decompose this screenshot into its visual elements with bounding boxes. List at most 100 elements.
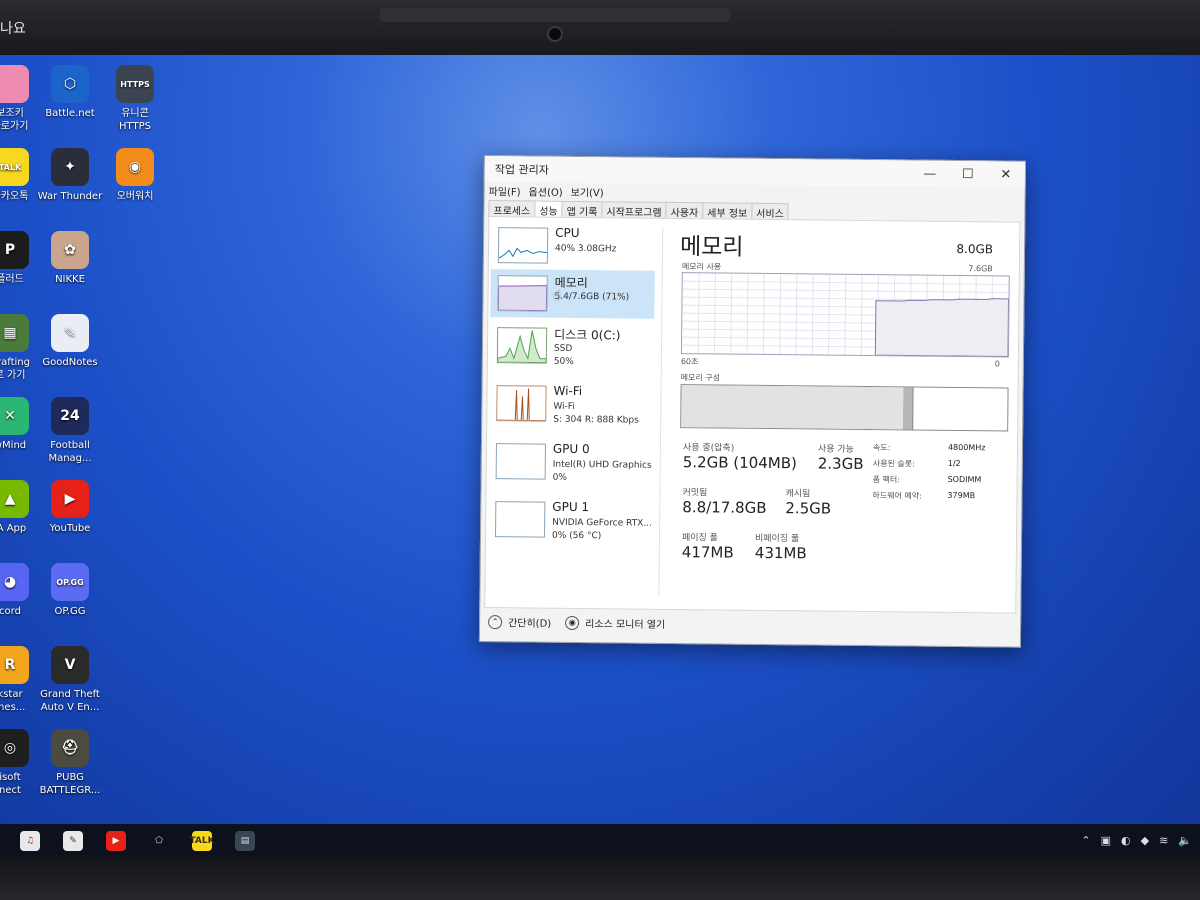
nonpaged-pool-value: 431MB	[754, 543, 807, 563]
sidebar-item-gpu0[interactable]: GPU 0 Intel(R) UHD Graphics 0%	[489, 437, 653, 487]
app-icon: ▲	[0, 480, 29, 518]
sidebar-item-disk[interactable]: 디스크 0(C:) SSD 50%	[490, 321, 654, 371]
tab-users[interactable]: 사용자	[665, 201, 704, 220]
window-title: 작업 관리자	[494, 163, 550, 177]
tray-icon[interactable]: 🔈	[1178, 834, 1192, 847]
desktop-icon[interactable]: ✎ GoodNotes	[30, 314, 110, 369]
maximize-icon[interactable]: ☐	[949, 166, 987, 182]
composition-modified	[902, 387, 915, 430]
menu-view[interactable]: 보기(V)	[571, 183, 604, 198]
menu-file[interactable]: 파일(F)	[489, 183, 521, 198]
tab-startup[interactable]: 시작프로그램	[601, 201, 667, 219]
sidebar-gpu1-name: GPU 1	[552, 499, 590, 515]
in-use-value: 5.2GB (104MB)	[682, 453, 797, 473]
cached-value: 2.5GB	[785, 499, 832, 518]
tab-processes[interactable]: 프로세스	[488, 200, 536, 218]
hw-reserved-value: 379MB	[947, 490, 976, 501]
resource-monitor-icon[interactable]: ◉	[565, 615, 580, 630]
screen-bezel-bottom	[0, 855, 1200, 900]
graph-x-left-label: 60초	[680, 357, 699, 367]
sidebar-disk-usage: 50%	[553, 356, 574, 367]
app-icon: OP.GG	[51, 563, 89, 601]
grid-line	[746, 273, 749, 354]
desktop-icon-label: OP.GG	[54, 606, 86, 617]
sidebar-memory-usage: 5.4/7.6GB (71%)	[554, 291, 630, 303]
desktop-icon[interactable]: ▶ YouTube	[30, 480, 110, 535]
desktop-icon-label: 유니콘 HTTPS	[119, 108, 151, 132]
desktop-icon[interactable]: ✿ NIKKE	[30, 231, 110, 286]
desktop-icon[interactable]: ⛑ PUBG BATTLEGR...	[30, 729, 110, 797]
notes-taskbar-icon[interactable]: ✎	[63, 831, 83, 851]
form-factor-value: SODIMM	[947, 474, 982, 485]
memory-usage-area	[874, 298, 1010, 358]
app-icon: ▶	[51, 480, 89, 518]
tray-icon[interactable]: ≋	[1159, 834, 1168, 847]
desktop-icon-label: Football Manag...	[48, 440, 92, 464]
available-value: 2.3GB	[817, 454, 864, 473]
memory-usage-label: 메모리 사용	[681, 262, 722, 272]
kakaotalk-taskbar-icon[interactable]: TALK	[189, 831, 215, 851]
tab-app-history[interactable]: 앱 기록	[561, 200, 603, 219]
desktop-icon[interactable]: V Grand Theft Auto V En...	[30, 646, 110, 714]
grid-line	[844, 274, 847, 355]
app-icon: ◕	[0, 563, 29, 601]
memory-composition-bar	[680, 384, 1009, 432]
music-taskbar-icon[interactable]: ♫	[20, 831, 40, 851]
desktop-icon[interactable]: HTTPS 유니콘 HTTPS	[95, 65, 175, 133]
desktop-icon[interactable]: OP.GG OP.GG	[30, 563, 110, 618]
youtube-taskbar-icon[interactable]: ▶	[106, 831, 126, 851]
tab-details[interactable]: 세부 정보	[702, 202, 753, 220]
sidebar-item-gpu1[interactable]: GPU 1 NVIDIA GeForce RTX... 0% (56 °C)	[488, 495, 652, 545]
form-factor-label: 폼 팩터:	[872, 475, 900, 485]
app-icon: ✎	[51, 314, 89, 352]
performance-panel: CPU 40% 3.08GHz 메모리 5.4/7.6GB (71%) ☝ 디스…	[484, 216, 1021, 614]
app-icon: ▦	[0, 314, 29, 352]
desktop-icon[interactable]: ◉ 오버워치	[95, 148, 175, 203]
tab-services[interactable]: 서비스	[751, 202, 789, 221]
tray-icon[interactable]: ◆	[1141, 834, 1149, 847]
sidebar-disk-type: SSD	[553, 343, 573, 354]
grid-line	[697, 273, 700, 354]
resource-monitor-link[interactable]: 리소스 모니터 열기	[585, 615, 665, 631]
app-icon: R	[0, 646, 29, 684]
grid-line	[795, 274, 798, 355]
collapse-button[interactable]: 간단히(D)	[508, 614, 551, 629]
desktop-icon[interactable]: 24 Football Manag...	[30, 397, 110, 465]
slots-value: 1/2	[947, 458, 961, 469]
chevron-up-icon[interactable]: ⌃	[488, 614, 503, 629]
tray-icon[interactable]: ▣	[1101, 834, 1111, 847]
disk-thumbnail-graph	[496, 327, 548, 364]
minimize-icon[interactable]: —	[911, 166, 949, 181]
task-manager-window: 작업 관리자 — ☐ ✕ 파일(F) 옵션(O) 보기(V) 프로세스 성능 앱…	[478, 155, 1026, 648]
taskmanager-taskbar-icon[interactable]: ▤	[235, 831, 255, 851]
tray-icon[interactable]: ◐	[1121, 834, 1131, 847]
composition-in-use	[681, 385, 905, 430]
sidebar-gpu1-model: NVIDIA GeForce RTX...	[552, 517, 652, 529]
system-tray: ⌃ ▣ ◐ ◆ ≋ 🔈	[1081, 834, 1192, 847]
grid-line	[730, 273, 733, 354]
memory-usage-graph	[680, 272, 1010, 358]
close-icon[interactable]: ✕	[987, 167, 1025, 182]
grid-line	[762, 273, 765, 354]
sidebar-wifi-name: Wi-Fi	[553, 383, 583, 399]
app-icon: ◎	[0, 729, 29, 767]
tab-performance[interactable]: 성능	[534, 200, 563, 218]
app-icon: 24	[51, 397, 89, 435]
memory-usage-max: 7.6GB	[968, 264, 993, 274]
memory-title: 메모리	[679, 234, 744, 261]
taskbar: ⌃ ▣ ◐ ◆ ≋ 🔈 ♫ ✎ ▶ ⬠ TALK ▤	[0, 824, 1200, 858]
menu-options[interactable]: 옵션(O)	[529, 183, 563, 198]
app-taskbar-icon[interactable]: ⬠	[149, 831, 169, 851]
grid-line	[714, 273, 716, 354]
sidebar-gpu0-usage: 0%	[552, 472, 567, 483]
desktop-icon-label: NIKKE	[55, 274, 85, 285]
desktop-icon-label: Grand Theft Auto V En...	[40, 689, 100, 713]
app-icon: ✦	[51, 148, 89, 186]
sidebar-item-cpu[interactable]: CPU 40% 3.08GHz	[491, 221, 655, 271]
sidebar-item-memory[interactable]: 메모리 5.4/7.6GB (71%) ☝	[490, 269, 655, 319]
tray-icon[interactable]: ⌃	[1081, 834, 1090, 847]
paged-pool-value: 417MB	[681, 543, 734, 562]
sidebar-item-wifi[interactable]: Wi-Fi Wi-Fi S: 304 R: 888 Kbps	[489, 379, 653, 429]
desktop-icon-label: YouTube	[49, 523, 91, 534]
grid-line	[860, 274, 863, 355]
